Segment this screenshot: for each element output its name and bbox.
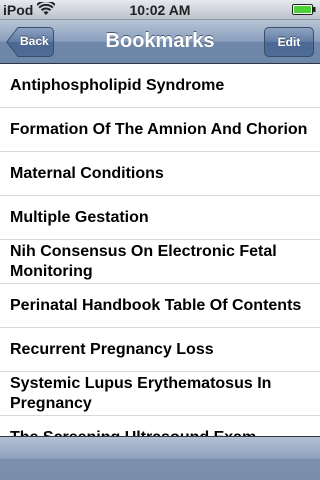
bookmark-label: Formation Of The Amnion And Chorion — [10, 121, 308, 138]
bottom-toolbar — [0, 436, 320, 480]
bookmark-label: Systemic Lupus Erythematosus In Pregnanc… — [10, 375, 272, 412]
bookmark-label: Perinatal Handbook Table Of Contents — [10, 297, 302, 314]
status-bar: iPod 10:02 AM — [0, 0, 320, 20]
bookmark-row[interactable]: Systemic Lupus Erythematosus In Pregnanc… — [0, 372, 320, 416]
navigation-bar: Back Bookmarks Edit — [0, 20, 320, 64]
bookmark-row[interactable]: Maternal Conditions — [0, 152, 320, 196]
bookmark-label: Recurrent Pregnancy Loss — [10, 341, 214, 358]
bookmark-row[interactable]: Recurrent Pregnancy Loss — [0, 328, 320, 372]
bookmark-label: Antiphospholipid Syndrome — [10, 77, 225, 94]
bookmark-row[interactable]: Perinatal Handbook Table Of Contents — [0, 284, 320, 328]
bookmarks-list: Antiphospholipid Syndrome Formation Of T… — [0, 64, 320, 436]
edit-button[interactable]: Edit — [264, 27, 314, 57]
battery-icon — [292, 4, 316, 15]
bookmark-label: The Screening Ultrasound Exam — [10, 428, 312, 436]
bookmark-label: Maternal Conditions — [10, 165, 164, 182]
bookmark-label: Multiple Gestation — [10, 209, 149, 226]
bookmark-row[interactable]: Antiphospholipid Syndrome — [0, 64, 320, 108]
bookmark-row[interactable]: Nih Consensus On Electronic Fetal Monito… — [0, 240, 320, 284]
bookmark-row[interactable]: Formation Of The Amnion And Chorion — [0, 108, 320, 152]
bookmark-label: Nih Consensus On Electronic Fetal Monito… — [10, 243, 277, 280]
status-time: 10:02 AM — [129, 2, 191, 18]
bookmark-row[interactable]: The Screening Ultrasound Exam — [0, 416, 320, 436]
bookmark-row[interactable]: Multiple Gestation — [0, 196, 320, 240]
